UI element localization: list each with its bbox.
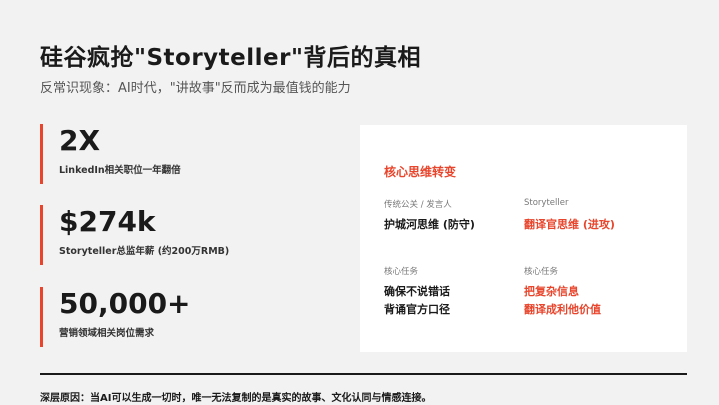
stat-block-salary: $274k Storyteller总监年薪 (约200万RMB): [40, 205, 340, 265]
card-title: 核心思维转变: [384, 165, 457, 179]
traditional-task-2: 背诵官方口径: [384, 303, 450, 316]
column-header-storyteller: Storyteller: [524, 198, 569, 208]
stat-value: 50,000+: [59, 287, 191, 320]
stat-label: 营销领域相关岗位需求: [59, 328, 155, 339]
column-header-traditional: 传统公关 / 发言人: [384, 200, 452, 210]
mindset-shift-card: 核心思维转变 传统公关 / 发言人 Storyteller 护城河思维 (防守)…: [360, 125, 687, 352]
storyteller-mindset: 翻译官思维 (进攻): [524, 218, 615, 231]
traditional-mindset: 护城河思维 (防守): [384, 218, 475, 231]
storyteller-task-1: 把复杂信息: [524, 285, 579, 298]
core-task-header-traditional: 核心任务: [384, 267, 419, 277]
stat-value: $274k: [59, 205, 156, 238]
storyteller-task-2: 翻译成利他价值: [524, 303, 601, 316]
footer-divider: [40, 373, 687, 375]
page-subtitle: 反常识现象：AI时代，"讲故事"反而成为最值钱的能力: [40, 81, 351, 96]
stat-value: 2X: [59, 124, 101, 157]
core-task-header-storyteller: 核心任务: [524, 267, 559, 277]
traditional-task-1: 确保不说错话: [384, 285, 450, 298]
stat-label: Storyteller总监年薪 (约200万RMB): [59, 246, 230, 257]
footer-note: 深层原因：当AI可以生成一切时，唯一无法复制的是真实的故事、文化认同与情感连接。: [40, 393, 432, 404]
stat-block-jobs: 50,000+ 营销领域相关岗位需求: [40, 287, 340, 347]
stat-block-growth: 2X LinkedIn相关职位一年翻倍: [40, 124, 340, 184]
page-title: 硅谷疯抢"Storyteller"背后的真相: [40, 45, 421, 71]
stat-label: LinkedIn相关职位一年翻倍: [59, 165, 181, 176]
